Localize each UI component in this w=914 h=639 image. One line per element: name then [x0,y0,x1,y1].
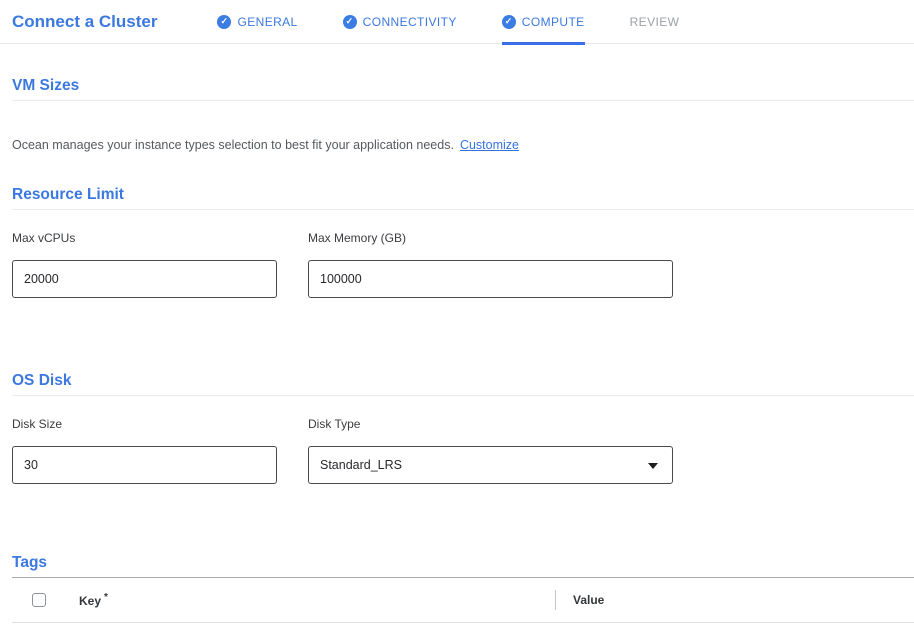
disk-type-select[interactable]: Standard_LRS [308,446,673,484]
os-disk-fields: Disk Size Disk Type Standard_LRS [12,417,914,484]
tags-key-column-label: Key [79,594,101,608]
os-disk-heading: OS Disk [12,372,914,396]
disk-type-selected-value: Standard_LRS [320,458,402,472]
max-vcpus-label: Max vCPUs [12,231,277,245]
wizard-header: Connect a Cluster ✓ GENERAL ✓ CONNECTIVI… [0,0,914,44]
customize-link[interactable]: Customize [460,138,519,152]
tab-connectivity-label: CONNECTIVITY [363,15,457,29]
resource-limit-heading: Resource Limit [12,186,914,210]
resource-limit-fields: Max vCPUs Max Memory (GB) [12,231,914,298]
disk-size-label: Disk Size [12,417,277,431]
disk-type-label: Disk Type [308,417,673,431]
check-circle-icon: ✓ [217,15,231,29]
disk-type-field: Disk Type Standard_LRS [308,417,673,484]
chevron-down-icon [648,463,658,469]
tags-heading: Tags [12,554,914,578]
vm-sizes-description-text: Ocean manages your instance types select… [12,138,454,152]
check-circle-icon: ✓ [502,15,516,29]
max-memory-field: Max Memory (GB) [308,231,673,298]
disk-size-field: Disk Size [12,417,277,484]
max-vcpus-input[interactable] [12,260,277,298]
tab-general[interactable]: ✓ GENERAL [217,0,297,43]
tags-key-column-header: Key* [79,592,555,608]
vm-sizes-description: Ocean manages your instance types select… [12,138,914,152]
compute-step-content: VM Sizes Ocean manages your instance typ… [0,77,914,623]
max-memory-input[interactable] [308,260,673,298]
tab-compute[interactable]: ✓ COMPUTE [502,0,585,43]
select-all-checkbox[interactable] [32,593,46,607]
tags-value-column-header: Value [556,593,914,607]
disk-size-input[interactable] [12,446,277,484]
tab-review-label: REVIEW [630,15,680,29]
max-memory-label: Max Memory (GB) [308,231,673,245]
tab-connectivity[interactable]: ✓ CONNECTIVITY [343,0,457,43]
check-circle-icon: ✓ [343,15,357,29]
tab-compute-label: COMPUTE [522,15,585,29]
tab-review[interactable]: REVIEW [630,0,680,43]
max-vcpus-field: Max vCPUs [12,231,277,298]
required-marker: * [104,592,108,603]
vm-sizes-heading: VM Sizes [12,77,914,101]
page-title: Connect a Cluster [12,12,157,32]
tags-table-header: Key* Value [12,578,914,623]
tab-general-label: GENERAL [237,15,297,29]
